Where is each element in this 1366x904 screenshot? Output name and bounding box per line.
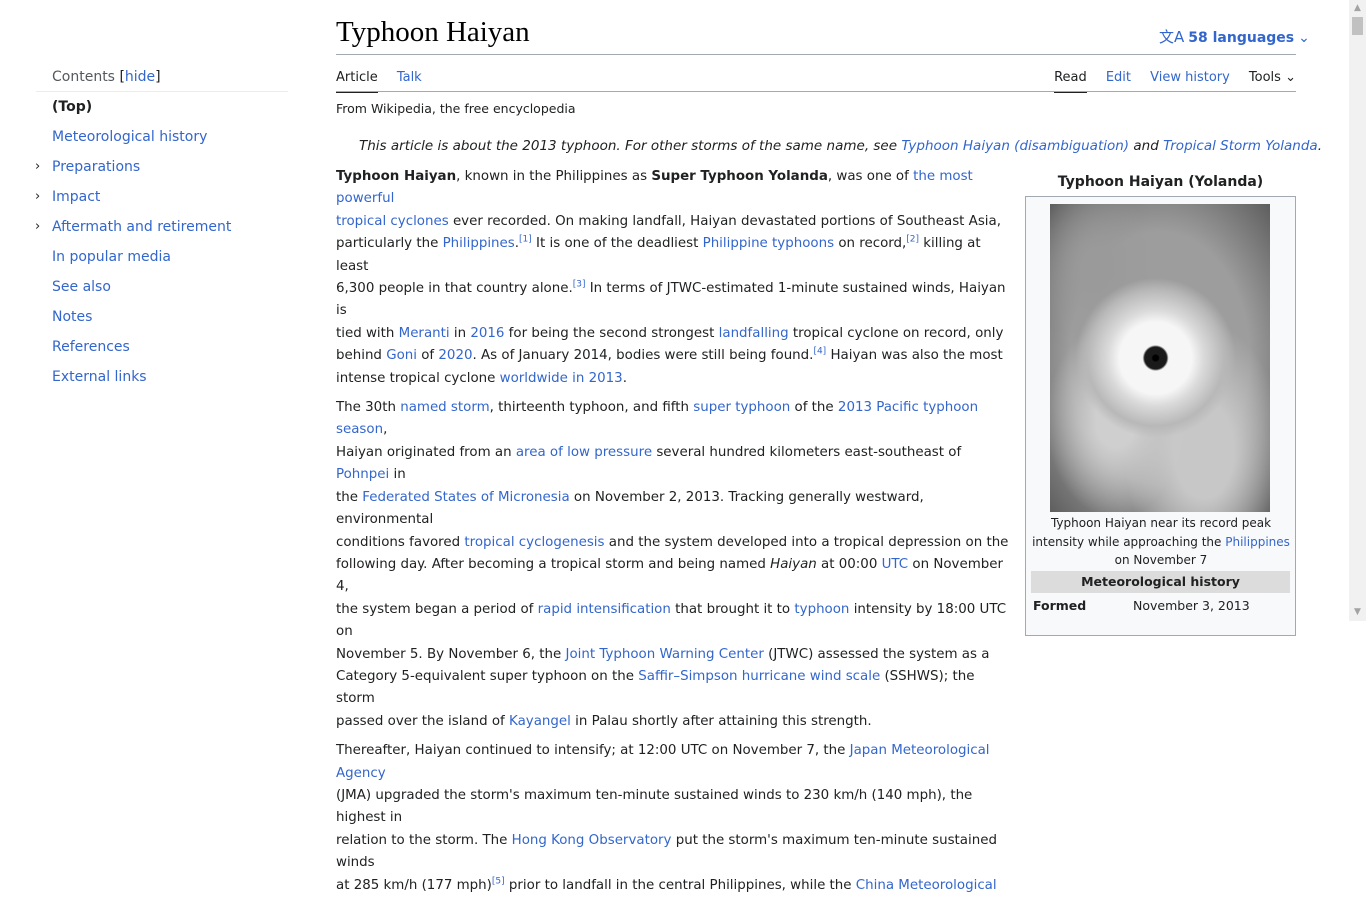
body-link[interactable]: typhoon [794,602,849,617]
tab-article[interactable]: Article [336,68,378,93]
body-link[interactable]: Philippine typhoons [703,236,834,251]
citation[interactable]: [4] [813,347,826,357]
body-link[interactable]: Meranti [399,326,450,341]
toc-item-impact[interactable]: › Impact [35,182,288,212]
tab-read[interactable]: Read [1054,68,1087,93]
body-link[interactable]: UTC [882,557,909,572]
toc-item-aftermath[interactable]: › Aftermath and retirement [35,212,288,242]
scroll-up-icon[interactable]: ▲ [1349,0,1366,17]
infobox-row-formed: Formed November 3, 2013 [1033,596,1291,616]
chevron-right-icon[interactable]: › [35,212,40,242]
body-link[interactable]: area of low pressure [516,445,652,460]
toc-header: Contents [hide] [36,66,288,92]
toc-item-see-also[interactable]: See also [36,272,288,302]
body-link[interactable]: named storm [400,400,489,415]
body-link[interactable]: Kayangel [509,714,571,729]
toc-item-external-links[interactable]: External links [36,362,288,392]
infobox-satellite-image[interactable] [1050,204,1270,512]
chevron-right-icon[interactable]: › [35,152,40,182]
translate-icon: 文A [1159,28,1185,46]
toc-item-meteorological-history[interactable]: Meteorological history [36,122,288,152]
body-link[interactable]: worldwide in 2013 [500,371,623,386]
article-body: Typhoon Haiyan, known in the Philippines… [336,166,1016,904]
body-link[interactable]: 2016 [470,326,504,341]
table-of-contents: Contents [hide] (Top) Meteorological his… [35,66,288,392]
citation[interactable]: [3] [573,280,586,290]
vertical-scrollbar[interactable]: ▲ ▼ [1349,0,1366,621]
tab-view-history[interactable]: View history [1150,68,1230,93]
languages-label: 58 languages [1188,30,1295,46]
body-link[interactable]: 2020 [438,348,472,363]
citation[interactable]: [1] [519,235,532,245]
body-link[interactable]: Hong Kong Observatory [512,833,672,848]
infobox: Typhoon Haiyan near its record peak inte… [1025,196,1296,636]
view-tabs: Read Edit View history Tools ⌄ [1040,66,1296,93]
citation[interactable]: [5] [492,876,505,886]
namespace-tabs: Article Talk [336,66,436,93]
languages-button[interactable]: 文A 58 languages ⌄ [1159,26,1310,47]
body-link[interactable]: Goni [386,348,417,363]
body-link[interactable]: Joint Typhoon Warning Center [566,647,764,662]
chevron-down-icon: ⌄ [1285,70,1296,85]
chevron-down-icon: ⌄ [1298,30,1310,46]
scroll-thumb[interactable] [1352,17,1363,35]
site-tagline: From Wikipedia, the free encyclopedia [336,101,576,116]
citation[interactable]: [2] [906,235,919,245]
paragraph: Typhoon Haiyan, known in the Philippines… [336,169,1006,386]
caption-link-philippines[interactable]: Philippines [1225,535,1290,549]
body-link[interactable]: Philippines [443,236,515,251]
toc-item-notes[interactable]: Notes [36,302,288,332]
infobox-row-key: Formed [1033,598,1087,613]
body-link[interactable]: Saffir–Simpson hurricane wind scale [638,669,880,684]
body-link[interactable]: tropical cyclones [336,214,449,229]
body-link[interactable]: rapid intensification [538,602,671,617]
toc-item-preparations[interactable]: › Preparations [35,152,288,182]
title-divider [336,54,1296,55]
paragraph: The 30th named storm, thirteenth typhoon… [336,400,1009,729]
toc-item-popular-media[interactable]: In popular media [36,242,288,272]
infobox-section-header: Meteorological history [1031,571,1290,593]
scroll-down-icon[interactable]: ▼ [1349,604,1366,621]
tools-menu[interactable]: Tools ⌄ [1249,68,1296,93]
tabs-divider [336,91,1296,92]
infobox-title: Typhoon Haiyan (Yolanda) [1057,174,1264,190]
toc-title: Contents [52,69,115,85]
chevron-right-icon[interactable]: › [35,182,40,212]
toc-item-top[interactable]: (Top) [36,92,288,122]
body-link[interactable]: Japan Meteorological Agency [336,743,990,780]
body-link[interactable]: super typhoon [693,400,790,415]
toc-list: (Top) Meteorological history › Preparatio… [35,92,288,392]
hatnote-link-disambiguation[interactable]: Typhoon Haiyan (disambiguation) [901,138,1129,154]
page-title: Typhoon Haiyan [336,16,530,48]
infobox-caption: Typhoon Haiyan near its record peak inte… [1032,516,1290,567]
tab-edit[interactable]: Edit [1106,68,1131,93]
toc-hide-link[interactable]: hide [125,69,155,85]
hatnote: This article is about the 2013 typhoon. … [359,138,1322,154]
infobox-row-value: November 3, 2013 [1133,598,1250,613]
body-link[interactable]: China Meteorological [856,878,997,893]
body-link[interactable]: Pohnpei [336,467,389,482]
tab-talk[interactable]: Talk [397,68,422,93]
body-link[interactable]: landfalling [719,326,789,341]
hatnote-link-yolanda[interactable]: Tropical Storm Yolanda [1163,138,1318,154]
body-link[interactable]: tropical cyclogenesis [464,535,604,550]
body-link[interactable]: Federated States of Micronesia [362,490,569,505]
paragraph: Thereafter, Haiyan continued to intensif… [336,743,997,893]
toc-item-references[interactable]: References [36,332,288,362]
